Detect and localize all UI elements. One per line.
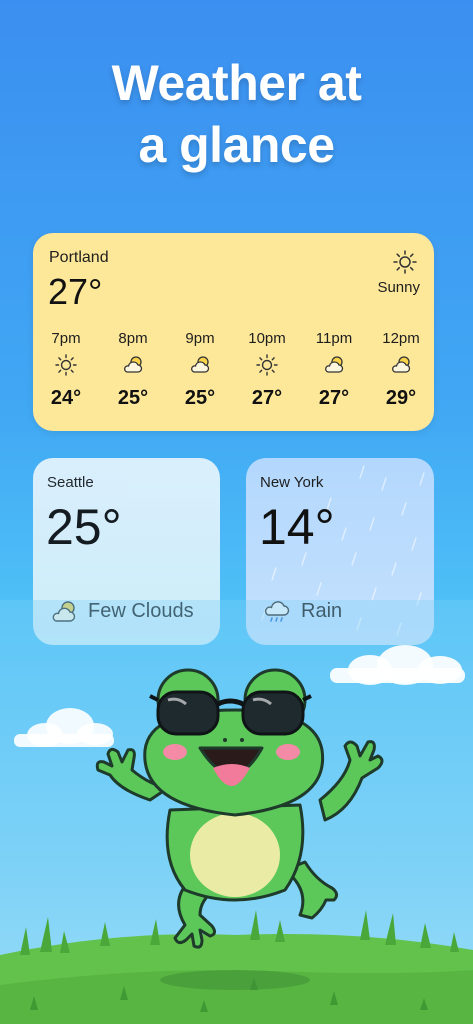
frog-shadow [160,970,310,990]
current-temperature: 25° [46,499,122,555]
hourly-forecast: 7pm 24° 8pm 25° 9pm 25° 10pm 27° 11pm 27… [33,329,434,419]
city-name: New York [260,474,324,491]
hourly-item: 10pm 27° [237,329,297,410]
portland-widget[interactable]: Portland 27° Sunny 7pm 24° 8pm 25° 9pm 2… [33,233,434,431]
current-temperature: 27° [48,271,103,312]
partly-cloudy-icon [392,356,411,373]
hour-temperature: 24° [50,387,82,409]
frog-illustration [0,600,473,1024]
hour-time: 11pm [315,330,353,347]
hour-temperature: 25° [117,387,149,409]
hour-time: 7pm [51,330,81,347]
current-temperature: 14° [259,499,335,555]
city-name: Portland [49,249,109,266]
partly-cloudy-icon [124,356,143,373]
headline-line-1: Weather at [111,55,362,111]
partly-cloudy-icon [325,356,344,373]
hourly-item: 11pm 27° [304,329,364,410]
sun-icon [256,354,278,376]
hour-time: 12pm [382,330,420,347]
partly-cloudy-icon [191,356,210,373]
headline-line-2: a glance [138,117,335,173]
city-name: Seattle [47,474,94,491]
hour-temperature: 27° [318,387,350,409]
hour-temperature: 27° [251,387,283,409]
current-condition: Sunny [377,279,420,296]
hour-temperature: 25° [184,387,216,409]
hour-time: 9pm [185,330,215,347]
sun-icon [393,250,417,274]
hourly-item: 12pm 29° [371,329,431,410]
hourly-item: 9pm 25° [170,329,230,410]
headline: Weather at a glance [0,52,473,176]
hour-temperature: 29° [385,387,417,409]
sun-icon [55,354,77,376]
hourly-item: 7pm 24° [36,329,96,410]
hour-time: 10pm [248,330,286,347]
hourly-item: 8pm 25° [103,329,163,410]
hour-time: 8pm [118,330,148,347]
